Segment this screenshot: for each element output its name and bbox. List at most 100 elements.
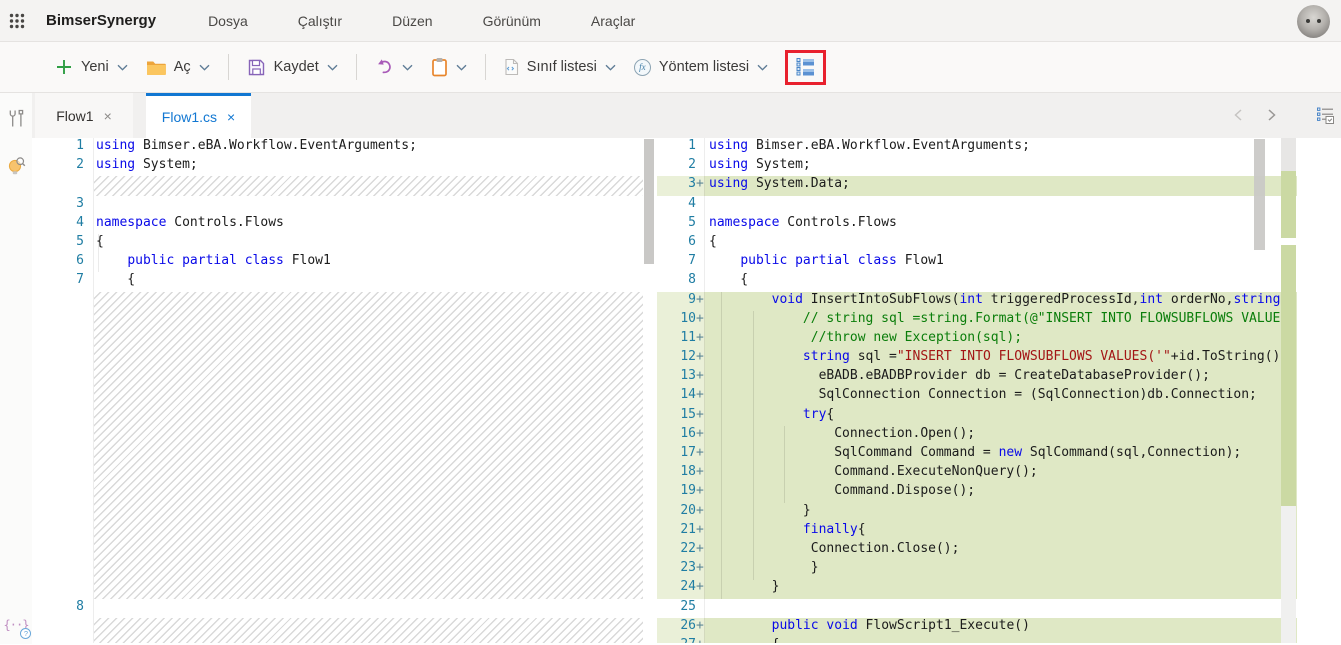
class-list-button[interactable]: Sınıf listesi bbox=[495, 49, 625, 85]
close-icon[interactable]: × bbox=[227, 110, 235, 124]
code-line[interactable]: 3 bbox=[32, 196, 643, 215]
line-number: 15+ bbox=[657, 407, 705, 426]
indent-guide bbox=[784, 426, 785, 503]
avatar[interactable] bbox=[1297, 5, 1330, 38]
line-number: 25 bbox=[657, 599, 705, 618]
diff-view: 1using Bimser.eBA.Workflow.EventArgument… bbox=[32, 138, 1341, 643]
ruler-segment bbox=[1281, 138, 1296, 171]
code-line[interactable]: 7 { bbox=[32, 272, 643, 291]
nav-next-button[interactable] bbox=[1265, 108, 1278, 122]
wrench-screwdriver-icon bbox=[7, 109, 25, 128]
diff-pane-original[interactable]: 1using Bimser.eBA.Workflow.EventArgument… bbox=[32, 138, 643, 643]
chevron-down-icon bbox=[199, 64, 210, 71]
menu-item-dosya[interactable]: Dosya bbox=[208, 13, 248, 29]
script-outline-button[interactable] bbox=[795, 57, 816, 78]
code-line[interactable]: 1using Bimser.eBA.Workflow.EventArgument… bbox=[32, 138, 643, 157]
question-icon: ? bbox=[20, 628, 31, 639]
code-line[interactable]: 2using System; bbox=[32, 157, 643, 176]
toolbar: Yeni Aç Kaydet bbox=[0, 42, 1341, 93]
line-number: 23+ bbox=[657, 560, 705, 579]
menu-item-gorunum[interactable]: Görünüm bbox=[483, 13, 541, 29]
code-help-button[interactable]: {··} ? bbox=[4, 616, 29, 634]
diff-overview-ruler[interactable] bbox=[1281, 138, 1296, 643]
plus-icon bbox=[55, 58, 73, 76]
line-number: 10+ bbox=[657, 311, 705, 330]
new-button[interactable]: Yeni bbox=[46, 49, 137, 85]
tab-nav bbox=[1232, 108, 1278, 122]
line-number: 1 bbox=[32, 138, 94, 157]
ruler-added-marker bbox=[1281, 245, 1296, 506]
code-line[interactable]: 5{ bbox=[32, 234, 643, 253]
diff-gap bbox=[32, 176, 643, 195]
code-line[interactable]: 26+ public void FlowScript1_Execute() bbox=[657, 618, 1297, 637]
line-number: 2 bbox=[32, 157, 94, 176]
inspect-button[interactable] bbox=[6, 156, 26, 176]
tab-flow1[interactable]: Flow1 × bbox=[35, 93, 133, 138]
nav-prev-button[interactable] bbox=[1232, 108, 1245, 122]
task-list-icon bbox=[1316, 106, 1335, 125]
line-number: 14+ bbox=[657, 387, 705, 406]
ruler-added-marker bbox=[1281, 171, 1296, 238]
code-line[interactable]: 8 bbox=[32, 599, 643, 618]
code-line[interactable]: 2using System; bbox=[657, 157, 1297, 176]
code-line[interactable]: 7 public partial class Flow1 bbox=[657, 253, 1297, 272]
chevron-down-icon bbox=[456, 64, 467, 71]
code-line[interactable]: 1using Bimser.eBA.Workflow.EventArgument… bbox=[657, 138, 1297, 157]
left-scrollbar-thumb[interactable] bbox=[644, 139, 654, 264]
editor-area: Flow1 × Flow1.cs × bbox=[32, 93, 1341, 644]
code-line[interactable]: 4 bbox=[657, 196, 1297, 215]
line-number: 17+ bbox=[657, 445, 705, 464]
paste-button[interactable] bbox=[422, 49, 476, 85]
tab-flow1-label: Flow1 bbox=[56, 108, 93, 124]
indent-guide bbox=[98, 234, 99, 272]
chevron-right-icon bbox=[1265, 108, 1278, 122]
code-line[interactable]: 3+using System.Data; bbox=[657, 176, 1297, 195]
menu-bar: BimserSynergy Dosya Çalıştır Düzen Görün… bbox=[0, 0, 1341, 42]
method-list-label: Yöntem listesi bbox=[659, 59, 749, 75]
line-number: 12+ bbox=[657, 349, 705, 368]
toolbar-divider bbox=[228, 54, 229, 80]
indent-guide bbox=[753, 311, 754, 580]
clipboard-icon bbox=[431, 57, 448, 77]
new-button-label: Yeni bbox=[81, 59, 109, 75]
line-number: 8 bbox=[32, 599, 94, 618]
menu-item-calistir[interactable]: Çalıştır bbox=[298, 13, 342, 29]
tab-flow1cs-label: Flow1.cs bbox=[162, 109, 217, 125]
toolbar-divider bbox=[485, 54, 486, 80]
save-button[interactable]: Kaydet bbox=[238, 49, 347, 85]
code-line[interactable]: 27+ { bbox=[657, 637, 1297, 643]
code-line[interactable]: 25 bbox=[657, 599, 1297, 618]
code-line[interactable]: 24+ } bbox=[657, 579, 1297, 598]
undo-button[interactable] bbox=[366, 49, 422, 85]
chevron-left-icon bbox=[1232, 108, 1245, 122]
line-number: 3 bbox=[32, 196, 94, 215]
method-list-button[interactable]: fx Yöntem listesi bbox=[625, 49, 777, 85]
line-number: 11+ bbox=[657, 330, 705, 349]
close-icon[interactable]: × bbox=[104, 109, 112, 123]
code-line[interactable]: 4namespace Controls.Flows bbox=[32, 215, 643, 234]
bulb-magnifier-icon bbox=[6, 156, 26, 176]
code-line[interactable]: 6 public partial class Flow1 bbox=[32, 253, 643, 272]
code-line[interactable]: 8 { bbox=[657, 272, 1297, 291]
class-list-label: Sınıf listesi bbox=[527, 59, 597, 75]
fx-icon: fx bbox=[634, 59, 651, 76]
line-number: 1 bbox=[657, 138, 705, 157]
open-button[interactable]: Aç bbox=[137, 49, 219, 85]
line-number: 22+ bbox=[657, 541, 705, 560]
line-number: 5 bbox=[32, 234, 94, 253]
task-list-button[interactable] bbox=[1316, 106, 1335, 130]
app-launcher-waffle-icon[interactable] bbox=[0, 0, 34, 42]
tools-button[interactable] bbox=[7, 109, 25, 128]
code-line[interactable]: 5namespace Controls.Flows bbox=[657, 215, 1297, 234]
menu-item-duzen[interactable]: Düzen bbox=[392, 13, 432, 29]
line-number: 4 bbox=[32, 215, 94, 234]
right-scrollbar-thumb[interactable] bbox=[1254, 139, 1265, 250]
line-number: 26+ bbox=[657, 618, 705, 637]
code-line[interactable]: 9+ void InsertIntoSubFlows(int triggered… bbox=[657, 292, 1297, 311]
code-line[interactable]: 6{ bbox=[657, 234, 1297, 253]
line-number: 7 bbox=[657, 253, 705, 272]
menu-item-araclar[interactable]: Araçlar bbox=[591, 13, 635, 29]
tab-flow1cs[interactable]: Flow1.cs × bbox=[146, 93, 251, 138]
ruler-gap bbox=[1281, 238, 1296, 245]
diff-gap bbox=[32, 618, 643, 643]
